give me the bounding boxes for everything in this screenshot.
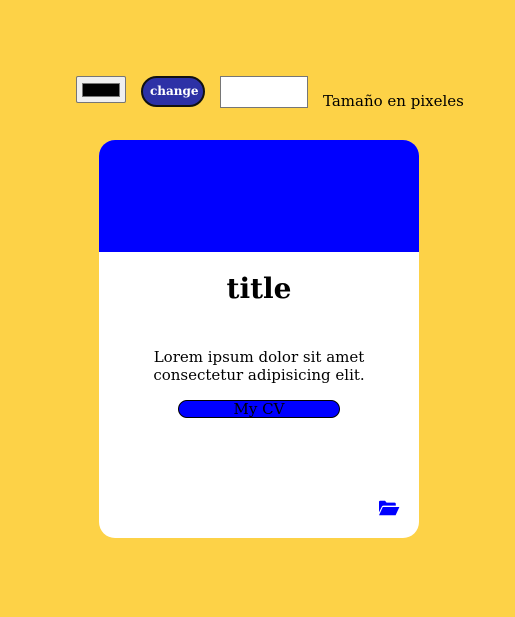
size-label: Tamaño en pixeles — [323, 92, 464, 110]
card-text: Lorem ipsum dolor sit amet consectetur a… — [153, 348, 365, 384]
cv-button[interactable]: My CV — [178, 400, 340, 418]
size-input[interactable] — [220, 76, 308, 108]
folder-open-icon[interactable] — [378, 500, 400, 516]
change-color-button[interactable]: change co — [141, 76, 205, 107]
color-swatch — [82, 83, 120, 97]
card-title: title — [226, 272, 292, 305]
toolbar: change co Tamaño en pixeles — [76, 76, 476, 110]
color-picker[interactable] — [76, 76, 126, 103]
card: title Lorem ipsum dolor sit amet consect… — [99, 140, 419, 538]
card-header — [99, 140, 419, 252]
